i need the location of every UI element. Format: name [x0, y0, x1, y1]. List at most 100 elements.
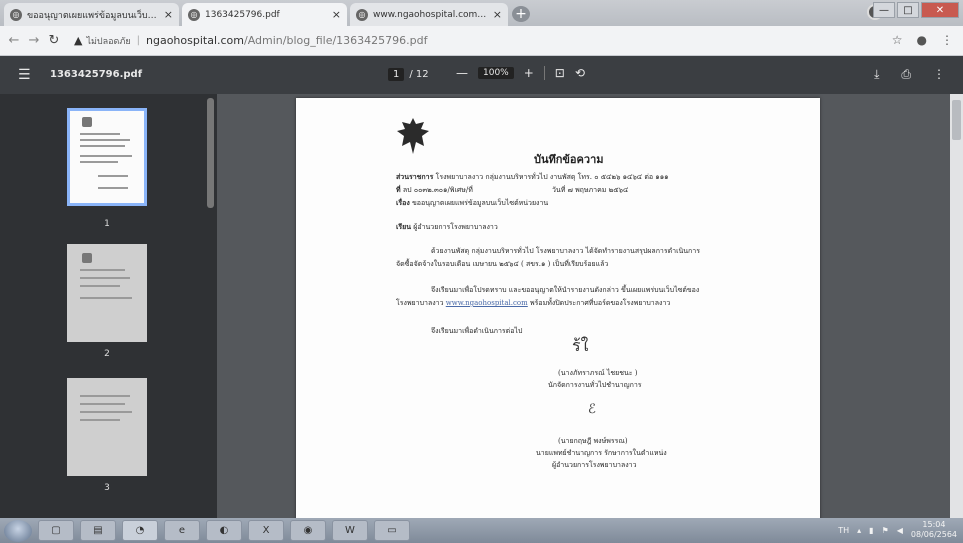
tab-title: ขออนุญาตเผยแพร่ข้อมูลบนเว็บไซต์หน่วยงาน: [27, 10, 158, 21]
pdf-filename: 1363425796.pdf: [50, 69, 143, 80]
close-tab-icon[interactable]: ×: [164, 8, 173, 21]
new-tab-button[interactable]: +: [512, 6, 530, 22]
closing-line: จึงเรียนมาเพื่อดำเนินการต่อไป: [431, 327, 523, 335]
account-icon[interactable]: ●: [917, 33, 927, 47]
fit-page-icon[interactable]: ⊡: [555, 66, 565, 80]
tab-blog-post[interactable]: ◎ ขออนุญาตเผยแพร่ข้อมูลบนเว็บไซต์หน่วยงา…: [4, 3, 179, 26]
thumb-text-line: [80, 161, 118, 163]
page-selector: 1 / 12: [388, 68, 429, 81]
paragraph-2-line-1: จึงเรียนมาเพื่อโปรดทราบ และขออนุญาตให้นำ…: [431, 286, 700, 294]
minimize-button[interactable]: —: [873, 2, 895, 18]
memo-title: บันทึกข้อความ: [534, 153, 604, 166]
start-button[interactable]: [4, 519, 32, 542]
network-icon[interactable]: ▮: [869, 526, 873, 535]
tab-admin[interactable]: ◎ www.ngaohospital.com/Admin/ ×: [350, 3, 508, 26]
back-icon[interactable]: ←: [4, 33, 24, 48]
print-icon[interactable]: ⎙: [901, 67, 911, 82]
viewer-scrollbar-thumb[interactable]: [952, 100, 961, 140]
agency-label: ส่วนราชการ: [396, 173, 434, 181]
zoom-in-button[interactable]: +: [524, 66, 534, 80]
pdf-page: บันทึกข้อความ ส่วนราชการ โรงพยาบาลงาว กล…: [296, 98, 820, 518]
salutation-line: เรียน ผู้อำนวยการโรงพยาบาลงาว: [396, 222, 498, 233]
download-icon[interactable]: ⤓: [874, 67, 879, 82]
address-field[interactable]: ngaohospital.com/Admin/blog_file/1363425…: [146, 34, 428, 47]
flag-icon[interactable]: ⚑: [882, 526, 889, 535]
chrome-icon[interactable]: ◔: [122, 520, 158, 541]
line-icon[interactable]: ◉: [290, 520, 326, 541]
thumbnail-page-1[interactable]: [67, 108, 147, 206]
page-number-input[interactable]: 1: [388, 68, 405, 81]
thumbnail-page-3[interactable]: [67, 378, 147, 476]
pdf-actions: ⤓ ⎙ ⋮: [874, 67, 945, 82]
word-icon[interactable]: W: [332, 520, 368, 541]
language-indicator[interactable]: TH: [838, 526, 849, 535]
window-icon[interactable]: ▭: [374, 520, 410, 541]
salutation-label: เรียน: [396, 223, 412, 231]
close-tab-icon[interactable]: ×: [493, 8, 502, 21]
paragraph-2-line-2: โรงพยาบาลงาว www.ngaohospital.com พร้อมท…: [396, 298, 670, 309]
clock[interactable]: 15:04 08/06/2564: [911, 520, 957, 540]
pdf-viewer: บันทึกข้อความ ส่วนราชการ โรงพยาบาลงาว กล…: [217, 94, 963, 518]
garuda-emblem-icon: [397, 118, 429, 154]
reference-value: ลป ๐๐๓๒.๓๐๑/พิเศษ/ที่: [402, 186, 473, 194]
emblem-icon: [82, 253, 92, 263]
subject-line: เรื่อง ขออนุญาตเผยแพร่ข้อมูลบนเว็บไซต์หน…: [396, 198, 548, 209]
signature-2: ℰ: [588, 402, 596, 417]
zoom-controls: — 100% + ⊡ ⟲: [442, 66, 585, 80]
more-menu-icon[interactable]: ⋮: [933, 67, 945, 82]
paragraph-2-suffix: พร้อมทั้งปิดประกาศที่บอร์ดของโรงพยาบาลงา…: [530, 299, 671, 307]
tray-arrow-icon[interactable]: ▴: [857, 526, 861, 535]
thumbnail-sidebar: 1 2 3: [0, 94, 217, 518]
signer-1-position: นักจัดการงานทั่วไปชำนาญการ: [548, 381, 642, 389]
tab-title: 1363425796.pdf: [205, 9, 280, 20]
internet-explorer-icon[interactable]: e: [164, 520, 200, 541]
thumb-text-line: [80, 155, 132, 157]
warning-icon[interactable]: ▲: [74, 34, 82, 47]
clock-time: 15:04: [922, 520, 946, 529]
thumb-text-line: [80, 139, 130, 141]
thumb-text-line: [98, 175, 128, 177]
volume-icon[interactable]: ◀: [897, 526, 903, 535]
agency-value: โรงพยาบาลงาว กลุ่มงานบริหารทั่วไป งานพัส…: [435, 173, 669, 181]
security-label[interactable]: ไม่ปลอดภัย: [86, 34, 130, 48]
excel-icon[interactable]: X: [248, 520, 284, 541]
tab-pdf[interactable]: ◎ 1363425796.pdf ×: [182, 3, 347, 26]
zoom-level-input[interactable]: 100%: [478, 67, 514, 79]
menu-dots-icon[interactable]: ⋮: [941, 33, 953, 47]
paragraph-2-prefix: โรงพยาบาลงาว: [396, 299, 444, 307]
thumbnail-page-2[interactable]: [67, 244, 147, 342]
thumb-text-line: [80, 297, 132, 299]
signature-1: ร้ใ: [572, 336, 589, 355]
pdf-toolbar: ☰ 1363425796.pdf 1 / 12 — 100% + ⊡ ⟲ ⤓ ⎙…: [0, 56, 963, 94]
window-controls: — □ ✕: [873, 2, 959, 18]
close-window-button[interactable]: ✕: [921, 2, 959, 18]
file-explorer-icon[interactable]: ▤: [80, 520, 116, 541]
signer-2-position-1: นายแพทย์ชำนาญการ รักษาการในตำแหน่ง: [536, 449, 667, 457]
zoom-out-button[interactable]: —: [456, 66, 468, 80]
thumb-text-line: [80, 403, 125, 405]
reference-line: ที่ ลป ๐๐๓๒.๓๐๑/พิเศษ/ที่: [396, 185, 473, 196]
thumb-text-line: [80, 145, 125, 147]
signer-1-name: (นางภัทราภรณ์ ไชยชนะ ): [558, 369, 638, 377]
maximize-button[interactable]: □: [897, 2, 919, 18]
website-link[interactable]: www.ngaohospital.com: [446, 299, 528, 307]
browser-toolbar: ← → ↻ ▲ ไม่ปลอดภัย | ngaohospital.com/Ad…: [0, 26, 963, 56]
media-player-icon[interactable]: ▢: [38, 520, 74, 541]
system-tray: TH ▴ ▮ ⚑ ◀ 15:04 08/06/2564: [838, 520, 957, 540]
rotate-icon[interactable]: ⟲: [575, 66, 585, 80]
thumb-text-line: [80, 395, 130, 397]
forward-icon[interactable]: →: [24, 33, 44, 48]
date-label: วันที่: [552, 186, 566, 194]
thumbnail-number: 1: [104, 219, 110, 229]
subject-label: เรื่อง: [396, 199, 410, 207]
hamburger-menu-icon[interactable]: ☰: [18, 67, 31, 83]
bookmark-star-icon[interactable]: ☆: [892, 33, 903, 47]
viewer-scrollbar[interactable]: [950, 94, 963, 518]
thumb-text-line: [98, 187, 128, 189]
sidebar-scrollbar[interactable]: [207, 98, 214, 208]
emblem-icon: [82, 117, 92, 127]
date-line: วันที่ ๗ พฤษภาคม ๒๕๖๔: [552, 185, 628, 196]
close-tab-icon[interactable]: ×: [332, 8, 341, 21]
reload-icon[interactable]: ↻: [44, 33, 64, 48]
app-icon[interactable]: ◐: [206, 520, 242, 541]
